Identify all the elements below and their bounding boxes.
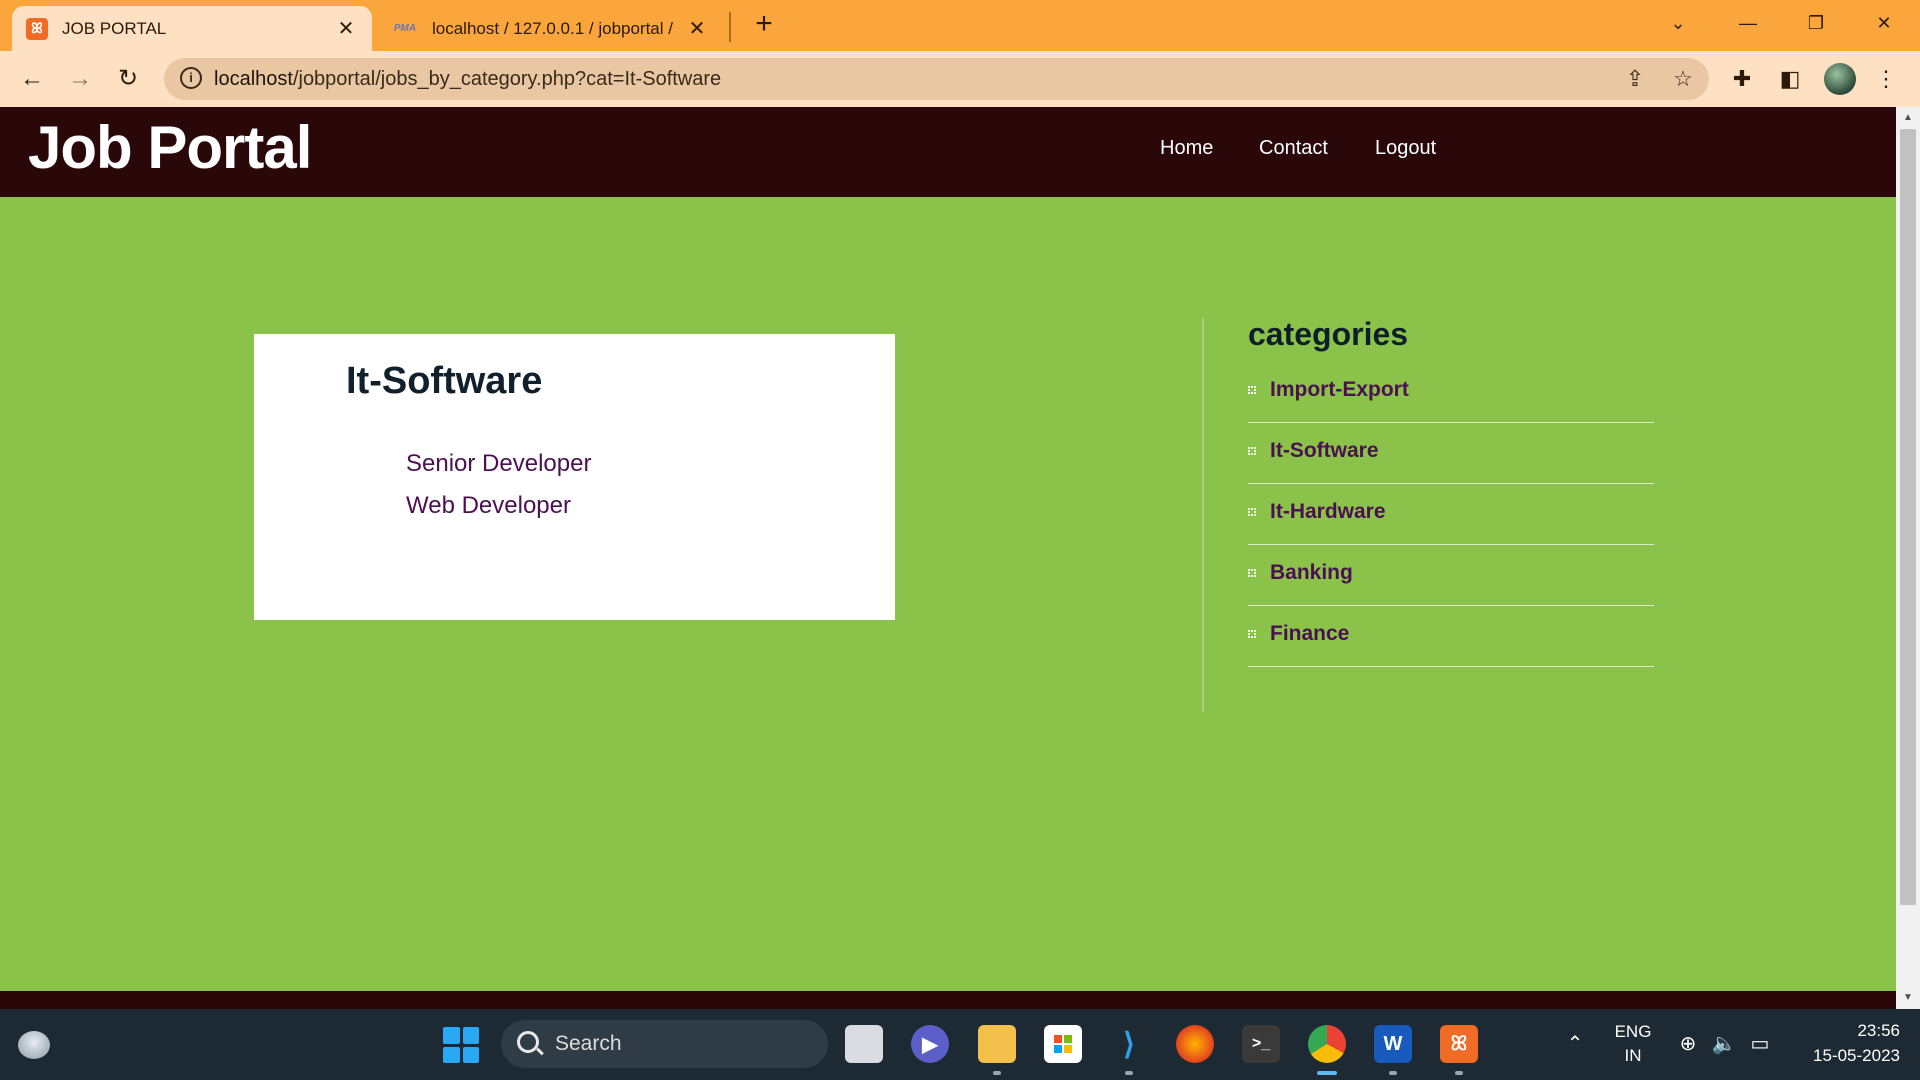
scroll-down-icon[interactable]: ▼ <box>1896 989 1920 1007</box>
category-item-it-software[interactable]: It-Software <box>1248 423 1654 484</box>
nav-contact[interactable]: Contact <box>1259 137 1328 160</box>
share-icon[interactable]: ⇪ <box>1620 64 1650 94</box>
terminal-icon[interactable]: >_ <box>1242 1025 1280 1063</box>
active-app-indicator <box>1317 1071 1337 1075</box>
site-footer <box>0 991 1896 1009</box>
close-window-button[interactable]: ✕ <box>1854 6 1914 40</box>
language-indicator[interactable]: ENG <box>1608 1022 1658 1042</box>
bullet-icon <box>1248 447 1256 455</box>
tab-divider <box>729 12 731 42</box>
bullet-icon <box>1248 386 1256 394</box>
bullet-icon <box>1248 630 1256 638</box>
windows-taskbar: Search ▶ ⟩ >_ W ꕤ ⌃ ENG IN ⊕ 🔈 ▭ 23:56 1… <box>0 1009 1920 1080</box>
running-indicator <box>1125 1071 1133 1075</box>
chrome-icon[interactable] <box>1308 1025 1346 1063</box>
url-text[interactable]: localhost/jobportal/jobs_by_category.php… <box>214 68 721 91</box>
sidebar-divider <box>1202 318 1204 712</box>
job-link-senior-developer[interactable]: Senior Developer <box>406 450 591 478</box>
menu-kebab-icon[interactable]: ⋮ <box>1870 63 1902 95</box>
clock-time[interactable]: 23:56 <box>1790 1021 1900 1041</box>
browser-toolbar: ← → ↻ i localhost/jobportal/jobs_by_cate… <box>0 51 1920 107</box>
bookmark-star-icon[interactable]: ☆ <box>1668 64 1698 94</box>
running-indicator <box>1389 1071 1397 1075</box>
start-button[interactable] <box>443 1027 479 1063</box>
close-tab-icon[interactable]: ✕ <box>685 16 709 41</box>
jobs-list-panel: It-Software Senior Developer Web Develop… <box>254 334 895 620</box>
address-bar[interactable]: i localhost/jobportal/jobs_by_category.p… <box>164 58 1709 100</box>
weather-widget-icon[interactable] <box>18 1031 50 1059</box>
category-label[interactable]: It-Software <box>1270 439 1379 463</box>
file-explorer-icon[interactable] <box>978 1025 1016 1063</box>
tab-search-chevron-icon[interactable]: ⌄ <box>1648 6 1708 40</box>
region-indicator[interactable]: IN <box>1608 1046 1658 1066</box>
scrollbar-thumb[interactable] <box>1900 129 1916 905</box>
back-button[interactable]: ← <box>14 61 50 97</box>
job-link-web-developer[interactable]: Web Developer <box>406 492 571 520</box>
xampp-icon[interactable]: ꕤ <box>1440 1025 1478 1063</box>
site-info-icon[interactable]: i <box>180 67 202 89</box>
categories-heading: categories <box>1248 316 1409 352</box>
profile-avatar[interactable] <box>1824 63 1856 95</box>
running-indicator <box>993 1071 1001 1075</box>
nav-logout[interactable]: Logout <box>1375 137 1436 160</box>
firefox-icon[interactable] <box>1176 1025 1214 1063</box>
site-header: Job Portal Home Contact Logout <box>0 107 1896 197</box>
category-label[interactable]: It-Hardware <box>1270 500 1386 524</box>
taskbar-search[interactable]: Search <box>501 1020 828 1068</box>
category-item-finance[interactable]: Finance <box>1248 606 1654 667</box>
category-label[interactable]: Banking <box>1270 561 1353 585</box>
tab-title: localhost / 127.0.0.1 / jobportal / <box>432 18 673 38</box>
task-view-icon[interactable] <box>845 1025 883 1063</box>
forward-button[interactable]: → <box>62 61 98 97</box>
search-icon <box>517 1031 539 1053</box>
category-item-it-hardware[interactable]: It-Hardware <box>1248 484 1654 545</box>
word-icon[interactable]: W <box>1374 1025 1412 1063</box>
category-label[interactable]: Import-Export <box>1270 378 1409 402</box>
volume-icon[interactable]: 🔈 <box>1710 1031 1738 1056</box>
tab-title: JOB PORTAL <box>62 18 167 38</box>
network-globe-icon[interactable]: ⊕ <box>1674 1031 1702 1056</box>
site-logo[interactable]: Job Portal <box>28 113 312 182</box>
reload-button[interactable]: ↻ <box>110 61 146 97</box>
close-tab-icon[interactable]: ✕ <box>334 16 358 41</box>
side-panel-icon[interactable]: ◧ <box>1774 63 1806 95</box>
restore-button[interactable]: ❐ <box>1786 6 1846 40</box>
category-title: It-Software <box>346 360 543 402</box>
vscode-icon[interactable]: ⟩ <box>1110 1025 1148 1063</box>
category-item-import-export[interactable]: Import-Export <box>1248 362 1654 423</box>
battery-icon[interactable]: ▭ <box>1746 1031 1774 1056</box>
category-item-banking[interactable]: Banking <box>1248 545 1654 606</box>
tab-phpmyadmin[interactable]: PMA localhost / 127.0.0.1 / jobportal / … <box>378 6 723 51</box>
scroll-up-icon[interactable]: ▲ <box>1896 109 1920 127</box>
teams-chat-icon[interactable]: ▶ <box>911 1025 949 1063</box>
microsoft-store-icon[interactable] <box>1044 1025 1082 1063</box>
clock-date[interactable]: 15-05-2023 <box>1790 1046 1900 1066</box>
show-hidden-icons-chevron-icon[interactable]: ⌃ <box>1561 1031 1589 1056</box>
running-indicator <box>1455 1071 1463 1075</box>
minimize-button[interactable]: — <box>1718 6 1778 40</box>
xampp-icon: ꕤ <box>26 17 48 40</box>
page-scrollbar[interactable]: ▲ ▼ <box>1896 107 1920 1009</box>
bullet-icon <box>1248 508 1256 516</box>
tab-job-portal[interactable]: ꕤ JOB PORTAL ✕ <box>12 6 372 51</box>
phpmyadmin-icon: PMA <box>393 23 417 34</box>
search-label: Search <box>555 1032 622 1055</box>
new-tab-button[interactable]: + <box>748 8 780 40</box>
browser-tab-bar: ꕤ JOB PORTAL ✕ PMA localhost / 127.0.0.1… <box>0 0 1920 51</box>
category-label[interactable]: Finance <box>1270 622 1349 646</box>
extensions-icon[interactable]: ✚ <box>1726 63 1758 95</box>
bullet-icon <box>1248 569 1256 577</box>
nav-home[interactable]: Home <box>1160 137 1213 160</box>
